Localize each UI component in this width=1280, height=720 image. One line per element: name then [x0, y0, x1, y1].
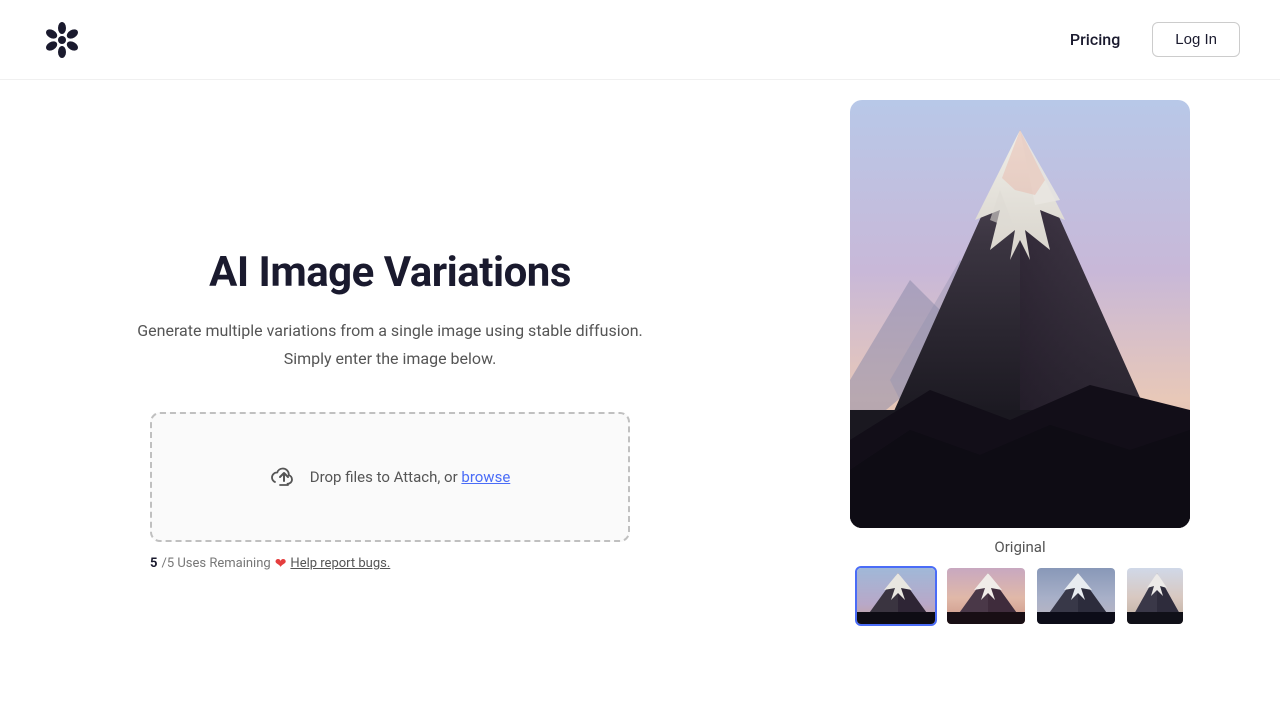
upload-icon [270, 463, 298, 491]
login-button[interactable]: Log In [1152, 22, 1240, 57]
main-image-wrapper [850, 100, 1190, 528]
thumb-svg-3 [1037, 568, 1117, 626]
thumbnail-1[interactable] [855, 566, 937, 626]
header: Pricing Log In [0, 0, 1280, 80]
logo-icon [40, 18, 84, 62]
report-bugs-link[interactable]: Help report bugs. [290, 556, 390, 571]
thumbnails [855, 566, 1185, 626]
heart-icon: ❤ [275, 556, 287, 572]
browse-link[interactable]: browse [461, 468, 510, 486]
file-dropzone[interactable]: Drop files to Attach, or browse [150, 412, 630, 542]
hero-subtitle: Generate multiple variations from a sing… [137, 317, 643, 371]
nav: Pricing Log In [1054, 22, 1240, 57]
main-image-svg [850, 100, 1190, 528]
thumb-svg-2 [947, 568, 1027, 626]
thumbnail-4[interactable] [1125, 566, 1185, 626]
original-label: Original [994, 538, 1045, 556]
usage-count: 5 [150, 556, 157, 571]
thumb-svg-1 [857, 568, 937, 626]
usage-info: 5 /5 Uses Remaining ❤ Help report bugs. [150, 556, 630, 572]
usage-text: /5 Uses Remaining [161, 556, 270, 571]
left-panel: AI Image Variations Generate multiple va… [0, 80, 780, 720]
logo-area [40, 18, 84, 62]
thumb-svg-4 [1127, 568, 1185, 626]
pricing-link[interactable]: Pricing [1054, 22, 1136, 57]
thumbnail-3[interactable] [1035, 566, 1117, 626]
main-content: AI Image Variations Generate multiple va… [0, 80, 1280, 720]
dropzone-text: Drop files to Attach, or browse [310, 468, 511, 486]
thumbnail-2[interactable] [945, 566, 1027, 626]
hero-title: AI Image Variations [209, 248, 571, 297]
right-panel: Original [780, 80, 1280, 720]
